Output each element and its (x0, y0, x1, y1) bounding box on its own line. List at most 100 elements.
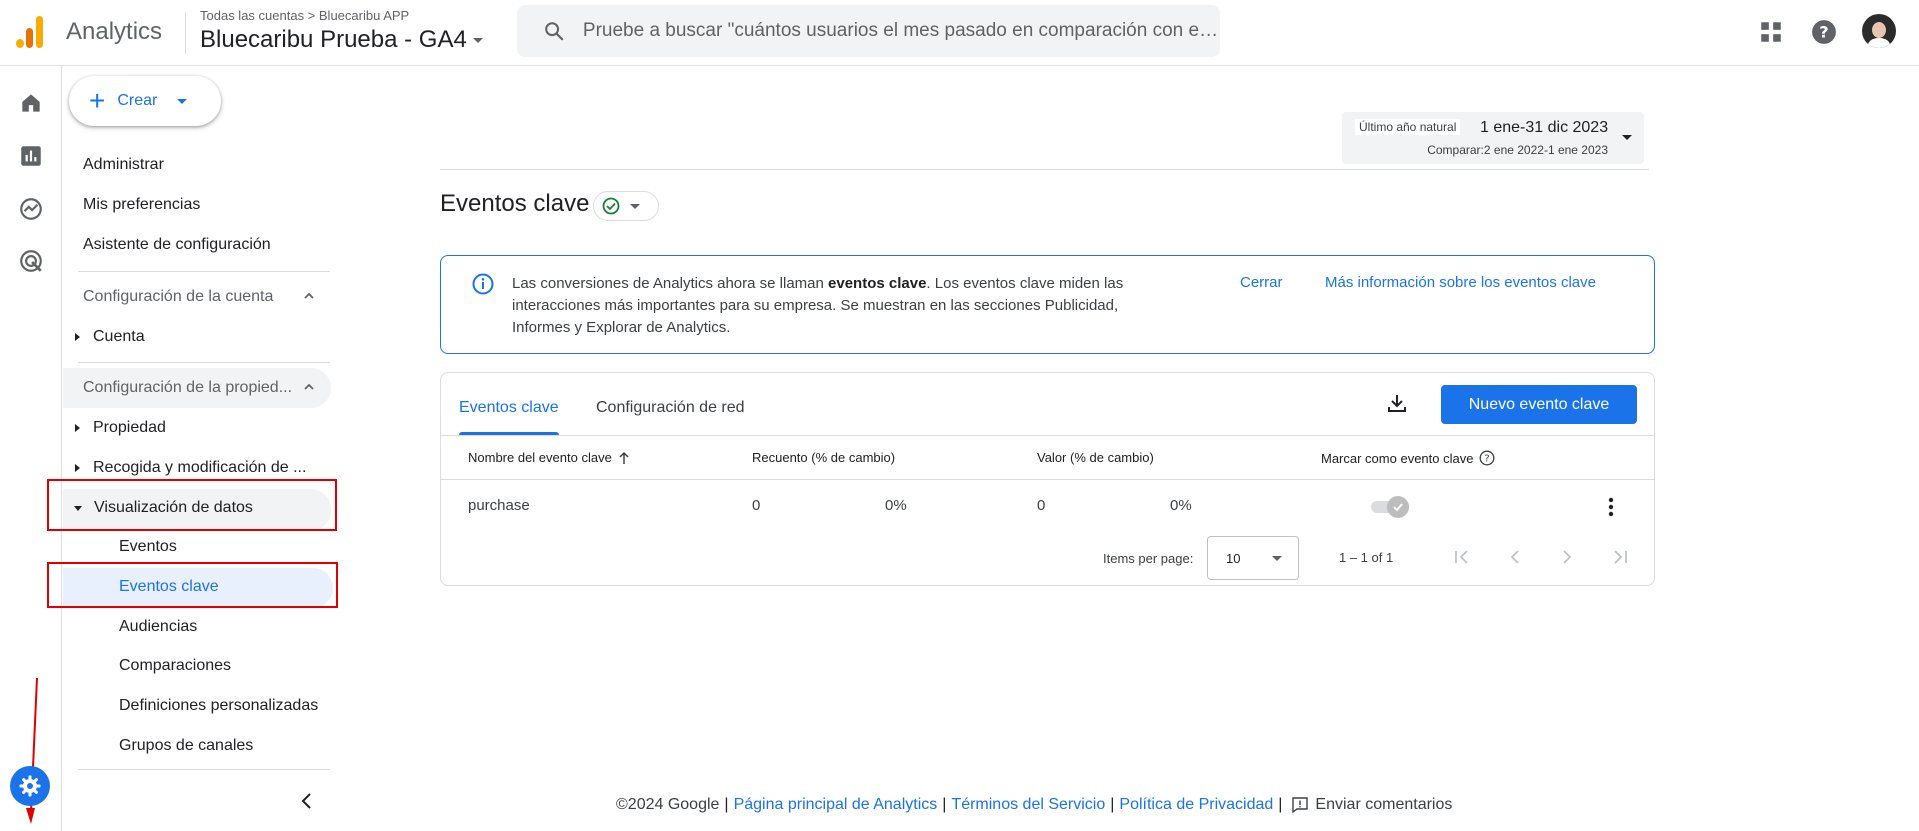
nav-data-collection-label: Recogida y modificación de ... (93, 459, 307, 476)
column-header-name[interactable]: Nombre del evento clave (468, 450, 630, 465)
apps-grid-icon[interactable] (1758, 19, 1784, 45)
column-header-count[interactable]: Recuento (% de cambio) (752, 450, 895, 465)
breadcrumb[interactable]: Todas las cuentas > Bluecaribu APP (200, 8, 409, 23)
expand-arrow-icon (75, 464, 80, 472)
nav-comparisons[interactable]: Comparaciones (119, 657, 231, 675)
create-label: Crear (117, 92, 158, 109)
nav-data-collection[interactable]: Recogida y modificación de ... (75, 459, 306, 477)
property-selector[interactable]: Bluecaribu Prueba - GA4 (200, 26, 483, 54)
check-circle-icon (602, 197, 620, 215)
nav-divider (78, 271, 330, 272)
nav-divider (78, 769, 330, 770)
svg-text:?: ? (1819, 22, 1828, 41)
cell-value: 0 (1037, 497, 1046, 514)
admin-nav: + Crear Administrar Mis preferencias Asi… (47, 66, 343, 831)
nav-property-section[interactable]: Configuración de la propied... (83, 379, 292, 397)
items-per-page-label: Items per page: (1103, 551, 1194, 566)
chevron-up-icon[interactable] (303, 290, 315, 302)
search-bar[interactable]: Pruebe a buscar "cuántos usuarios el mes… (517, 5, 1220, 57)
footer-link-privacy[interactable]: Política de Privacidad (1119, 796, 1273, 814)
tab-divider (441, 435, 1654, 436)
nav-account-label: Cuenta (93, 328, 145, 345)
expand-arrow-icon (75, 424, 80, 432)
check-icon (1393, 503, 1403, 512)
date-range-compare: Comparar:2 ene 2022-1 ene 2023 (1427, 143, 1608, 157)
nav-audiences[interactable]: Audiencias (119, 618, 197, 636)
items-per-page-value: 10 (1226, 551, 1241, 566)
next-page-icon[interactable] (1555, 545, 1579, 569)
nav-account[interactable]: Cuenta (75, 328, 145, 346)
nav-preferences[interactable]: Mis preferencias (83, 196, 200, 214)
sort-arrow-up-icon[interactable] (618, 451, 630, 465)
nav-admin[interactable]: Administrar (83, 156, 164, 174)
info-banner: Las conversiones de Analytics ahora se l… (440, 255, 1655, 354)
key-event-toggle[interactable] (1371, 495, 1409, 518)
column-header-mark-label: Marcar como evento clave (1321, 450, 1474, 466)
property-name: Bluecaribu Prueba - GA4 (200, 26, 467, 53)
tab-key-events[interactable]: Eventos clave (459, 399, 559, 417)
help-icon[interactable]: ? (1811, 19, 1837, 45)
new-key-event-button[interactable]: Nuevo evento clave (1441, 385, 1637, 424)
tab-network-settings[interactable]: Configuración de red (596, 399, 745, 417)
nav-setup-assistant[interactable]: Asistente de configuración (83, 236, 271, 254)
analytics-logo[interactable] (16, 16, 44, 48)
app-name: Analytics (66, 18, 163, 45)
annotation-highlight (47, 479, 337, 531)
nav-divider (78, 362, 330, 363)
reports-icon[interactable] (18, 143, 44, 169)
chevron-down-icon (1622, 135, 1632, 140)
download-icon[interactable] (1385, 391, 1409, 415)
advertising-icon[interactable] (18, 248, 44, 274)
help-outline-icon[interactable]: ? (1479, 450, 1495, 466)
cell-event-name: purchase (468, 497, 530, 514)
chevron-down-icon (472, 37, 483, 43)
first-page-icon[interactable] (1450, 545, 1474, 569)
banner-text: Las conversiones de Analytics ahora se l… (512, 273, 1162, 339)
column-header-value[interactable]: Valor (% de cambio) (1037, 450, 1154, 465)
items-per-page-select[interactable]: 10 (1207, 536, 1299, 580)
close-banner-link[interactable]: Cerrar (1240, 274, 1283, 291)
home-icon[interactable] (18, 90, 44, 116)
last-page-icon[interactable] (1608, 545, 1632, 569)
banner-text-start: Las conversiones de Analytics ahora se l… (512, 275, 829, 292)
left-rail (0, 66, 62, 831)
nav-events[interactable]: Eventos (119, 538, 177, 556)
send-feedback[interactable]: Enviar comentarios (1291, 796, 1452, 814)
create-button[interactable]: + Crear (69, 76, 221, 126)
header-divider (185, 12, 186, 54)
nav-channel-groups[interactable]: Grupos de canales (119, 737, 253, 755)
page-title: Eventos clave (440, 190, 590, 217)
column-header-name-label: Nombre del evento clave (468, 450, 612, 465)
nav-custom-definitions[interactable]: Definiciones personalizadas (119, 697, 318, 715)
feedback-icon (1292, 797, 1309, 814)
status-chip[interactable] (593, 191, 659, 221)
cell-count-change: 0% (885, 497, 907, 514)
date-range-picker[interactable]: Último año natural 1 ene-31 dic 2023 Com… (1342, 112, 1644, 164)
column-header-mark: Marcar como evento clave ? (1321, 450, 1495, 466)
banner-text-bold: eventos clave (828, 275, 927, 292)
more-vert-icon[interactable] (1599, 495, 1623, 519)
annotation-highlight (47, 562, 338, 608)
gear-icon (19, 775, 41, 797)
footer: ©2024 Google | Página principal de Analy… (616, 796, 1453, 814)
top-header: Analytics Todas las cuentas > Bluecaribu… (0, 0, 1919, 66)
search-icon (545, 22, 564, 41)
key-events-card: Eventos clave Configuración de red Nuevo… (440, 372, 1655, 586)
pagination-range: 1 – 1 of 1 (1339, 550, 1394, 565)
prev-page-icon[interactable] (1503, 545, 1527, 569)
nav-account-section[interactable]: Configuración de la cuenta (83, 288, 273, 306)
info-icon (472, 273, 494, 295)
collapse-nav-icon[interactable] (297, 791, 317, 811)
date-range-value: 1 ene-31 dic 2023 (1480, 119, 1609, 136)
explore-icon[interactable] (18, 196, 44, 222)
svg-text:?: ? (1485, 454, 1490, 465)
nav-property[interactable]: Propiedad (75, 419, 166, 437)
cell-count: 0 (752, 497, 761, 514)
learn-more-link[interactable]: Más información sobre los eventos clave (1325, 274, 1596, 291)
chevron-up-icon[interactable] (303, 381, 315, 393)
admin-gear-icon[interactable] (10, 766, 50, 806)
avatar[interactable] (1862, 14, 1896, 48)
footer-link-terms[interactable]: Términos del Servicio (951, 796, 1105, 814)
footer-link-home[interactable]: Página principal de Analytics (734, 796, 938, 814)
chevron-down-icon (177, 98, 188, 104)
